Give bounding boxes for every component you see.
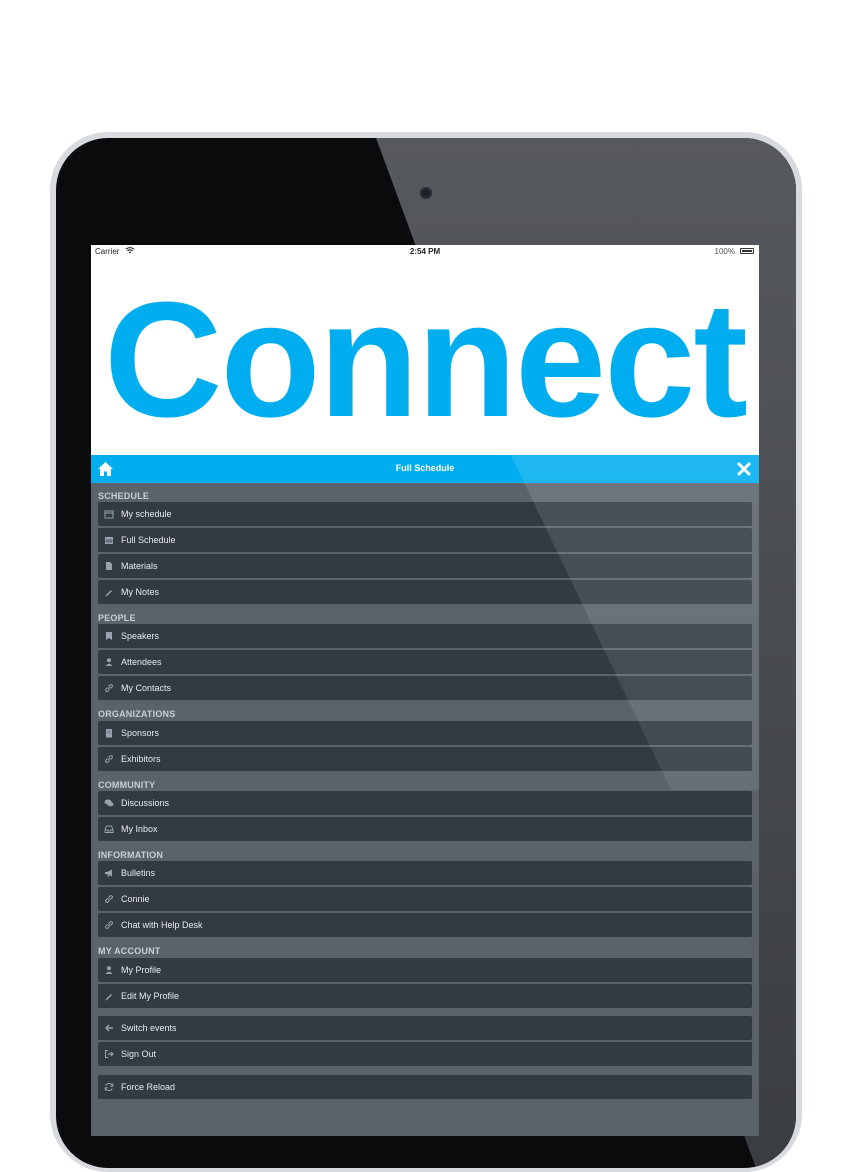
menu-item-sponsors[interactable]: Sponsors: [98, 721, 752, 745]
status-time: 2:54 PM: [409, 247, 441, 256]
sign-out-icon: [104, 1049, 114, 1059]
menu-item-label: My Notes: [121, 587, 160, 597]
link-icon: [104, 894, 114, 904]
menu-item-my-profile[interactable]: My Profile: [98, 958, 752, 982]
inbox-icon: [104, 824, 114, 834]
menu-item-label: Discussions: [121, 798, 170, 808]
menu-item-exhibitors[interactable]: Exhibitors: [98, 747, 752, 771]
menu-item-label: Sponsors: [121, 728, 160, 738]
close-icon[interactable]: [737, 462, 751, 476]
link-icon: [104, 683, 114, 693]
section-title-community: COMMUNITY: [98, 780, 156, 790]
menu-item-label: Force Reload: [121, 1082, 176, 1092]
side-menu: SCHEDULE My schedule Full Schedule Mater…: [91, 483, 759, 1136]
menu-item-label: Sign Out: [121, 1049, 157, 1059]
menu-item-label: Edit My Profile: [121, 991, 180, 1001]
menu-item-label: My Profile: [121, 965, 162, 975]
menu-item-label: My schedule: [121, 509, 172, 519]
menu-item-label: Speakers: [121, 631, 160, 641]
menu-item-label: Full Schedule: [121, 535, 176, 545]
link-icon: [104, 754, 114, 764]
megaphone-icon: [104, 868, 114, 878]
menu-item-discussions[interactable]: Discussions: [98, 791, 752, 815]
menu-item-label: Exhibitors: [121, 754, 161, 764]
calendar-grid-icon: [104, 535, 114, 545]
menu-item-chat-with-help-desk[interactable]: Chat with Help Desk: [98, 913, 752, 937]
menu-item-label: My Contacts: [121, 683, 172, 693]
section-title-my-account: MY ACCOUNT: [98, 946, 161, 956]
file-icon: [104, 561, 114, 571]
comments-icon: [104, 798, 114, 808]
status-bar: Carrier 2:54 PM 100%: [91, 245, 759, 259]
pencil-icon: [104, 991, 114, 1001]
bookmark-icon: [104, 631, 114, 641]
menu-item-materials[interactable]: Materials: [98, 554, 752, 578]
pencil-icon: [104, 587, 114, 597]
navbar-title: Full Schedule: [395, 463, 455, 473]
menu-item-edit-my-profile[interactable]: Edit My Profile: [98, 984, 752, 1008]
calendar-icon: [104, 509, 114, 519]
menu-item-connie[interactable]: Connie: [98, 887, 752, 911]
section-title-people: PEOPLE: [98, 613, 136, 623]
logo-banner: Connect: [91, 259, 759, 455]
menu-item-my-inbox[interactable]: My Inbox: [98, 817, 752, 841]
menu-item-label: Attendees: [121, 657, 162, 667]
screen: Carrier 2:54 PM 100% Connect Full Schedu…: [91, 245, 759, 1136]
top-navbar: Full Schedule: [91, 455, 759, 483]
user-icon: [104, 965, 114, 975]
camera-icon: [420, 187, 432, 199]
switch-events-button[interactable]: Switch events: [98, 1016, 752, 1040]
force-reload-button[interactable]: Force Reload: [98, 1075, 752, 1099]
menu-item-label: Bulletins: [121, 868, 156, 878]
arrow-left-icon: [104, 1023, 114, 1033]
logo-text: Connect: [104, 268, 746, 451]
sign-out-button[interactable]: Sign Out: [98, 1042, 752, 1066]
battery-percent: 100%: [714, 247, 735, 256]
section-title-schedule: SCHEDULE: [98, 491, 150, 501]
menu-item-speakers[interactable]: Speakers: [98, 624, 752, 648]
link-icon: [104, 920, 114, 930]
menu-item-my-contacts[interactable]: My Contacts: [98, 676, 752, 700]
menu-item-full-schedule[interactable]: Full Schedule: [98, 528, 752, 552]
section-title-information: INFORMATION: [98, 850, 164, 860]
user-icon: [104, 657, 114, 667]
building-icon: [104, 728, 114, 738]
section-title-organizations: ORGANIZATIONS: [98, 709, 176, 719]
menu-item-my-schedule[interactable]: My schedule: [98, 502, 752, 526]
menu-item-label: Materials: [121, 561, 158, 571]
menu-item-bulletins[interactable]: Bulletins: [98, 861, 752, 885]
connect-logo: Connect: [104, 268, 748, 451]
menu-item-attendees[interactable]: Attendees: [98, 650, 752, 674]
refresh-icon: [104, 1082, 114, 1092]
menu-item-label: Switch events: [121, 1023, 177, 1033]
menu-item-label: Connie: [121, 894, 150, 904]
battery-icon: [740, 248, 754, 254]
menu-item-label: Chat with Help Desk: [121, 920, 203, 930]
menu-item-my-notes[interactable]: My Notes: [98, 580, 752, 604]
menu-item-label: My Inbox: [121, 824, 158, 834]
